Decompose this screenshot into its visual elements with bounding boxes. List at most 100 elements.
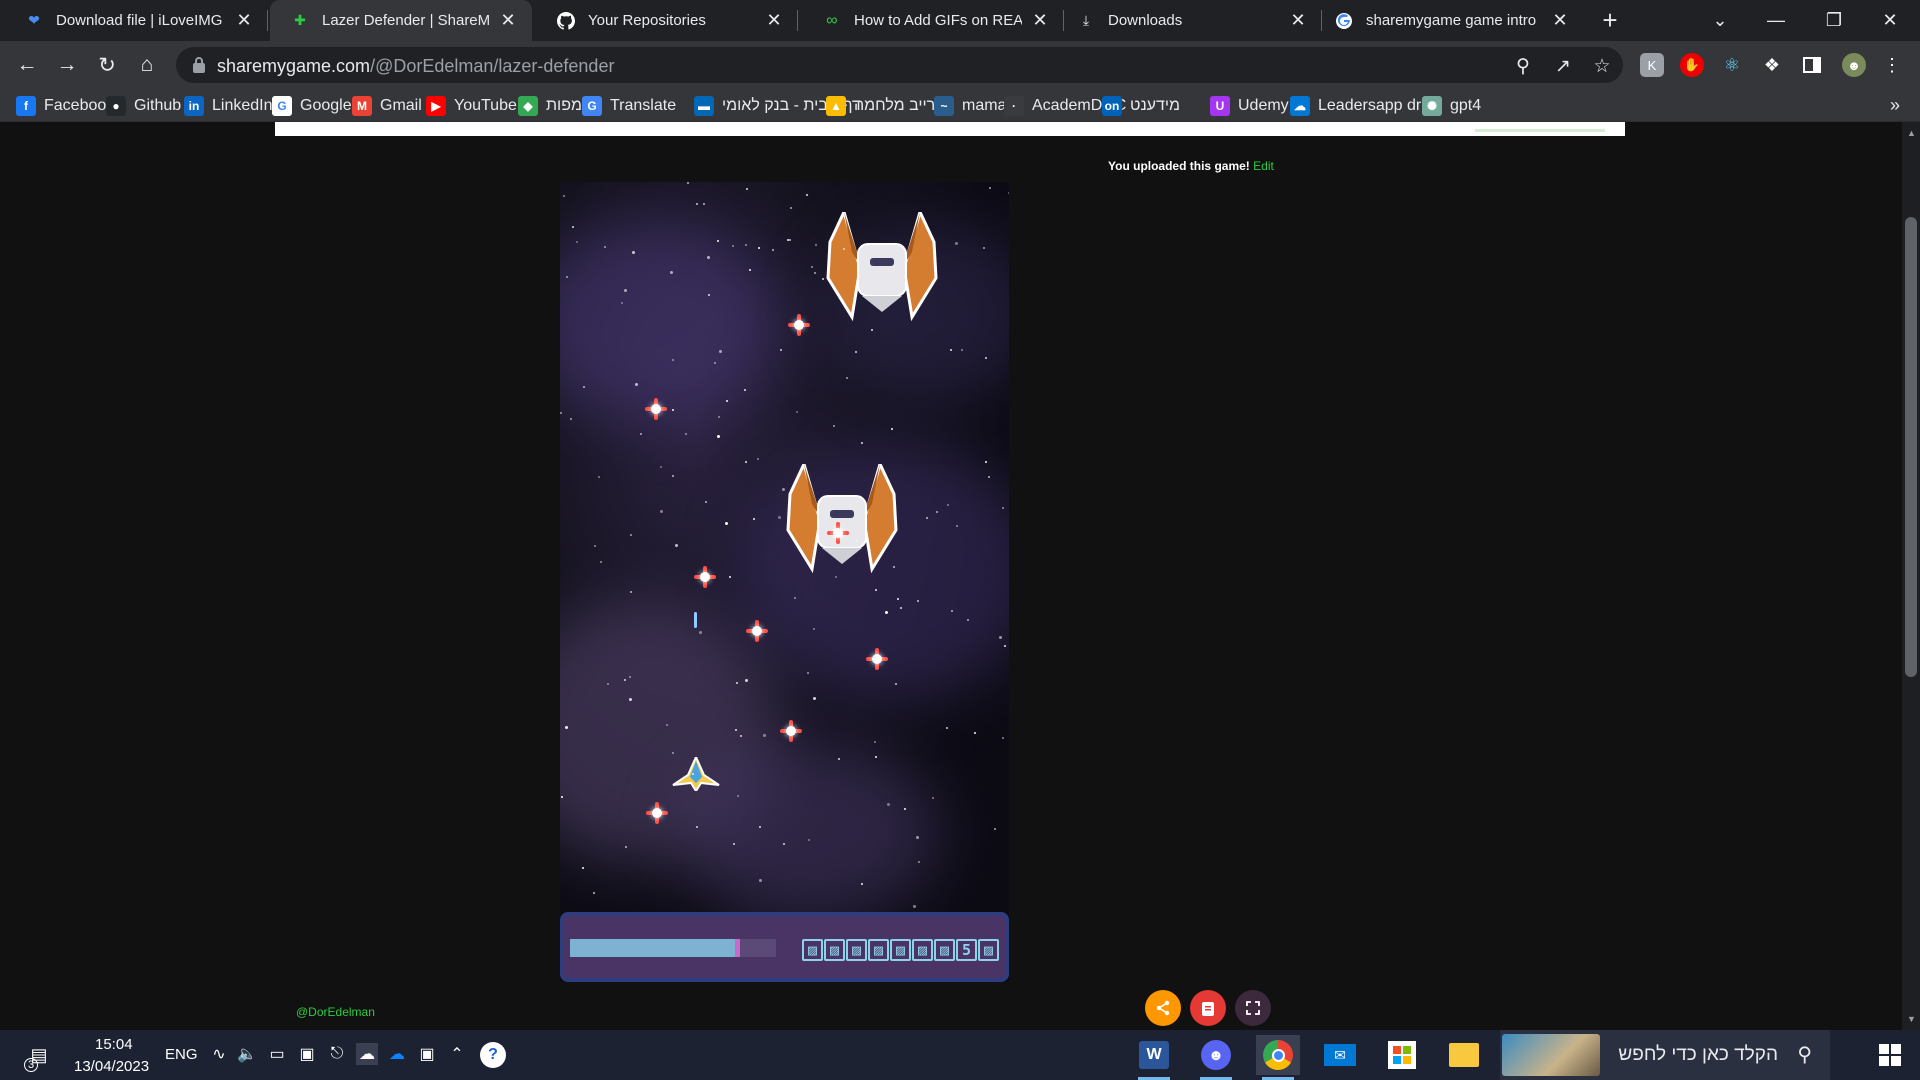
close-icon[interactable]: ✕ bbox=[496, 9, 520, 33]
clock-date[interactable]: 13/04/2023 bbox=[74, 1058, 149, 1075]
chatgpt-icon: ✺ bbox=[1422, 96, 1442, 116]
scroll-down-icon[interactable]: ▼ bbox=[1907, 1014, 1916, 1024]
language-indicator[interactable]: ENG bbox=[165, 1046, 198, 1063]
taskbar-chrome[interactable] bbox=[1256, 1035, 1300, 1080]
bookmark-drive[interactable]: ▲ דרייב מלחמה bbox=[826, 95, 944, 117]
tab-ilovemig[interactable]: ❤ Download file | iLoveIMG ✕ bbox=[0, 0, 268, 41]
extension-k-icon[interactable]: K bbox=[1640, 53, 1664, 77]
bookmarks-overflow-icon[interactable]: » bbox=[1890, 95, 1900, 116]
minimize-button[interactable]: — bbox=[1748, 0, 1804, 41]
show-hidden-icons-chevron[interactable]: ⌃ bbox=[446, 1043, 468, 1065]
background-star bbox=[675, 544, 678, 547]
on-icon: on bbox=[1102, 96, 1122, 116]
taskbar-discord[interactable]: ☻ bbox=[1194, 1035, 1238, 1080]
page-scrollbar[interactable]: ▲ ▼ bbox=[1902, 122, 1920, 1030]
bookmark-linkedin[interactable]: in LinkedIn bbox=[184, 95, 273, 117]
bookmark-github[interactable]: ● Github bbox=[106, 95, 181, 117]
background-star bbox=[635, 383, 638, 386]
taskbar-file-explorer[interactable] bbox=[1442, 1035, 1486, 1075]
bookmark-label: דרייב מלחמה bbox=[854, 97, 945, 114]
zoom-icon[interactable]: ⚲ bbox=[1512, 55, 1534, 77]
bookmark-mama[interactable]: ~ mama bbox=[934, 95, 1006, 117]
taskbar-mail[interactable]: ✉ bbox=[1318, 1035, 1362, 1075]
game-canvas[interactable] bbox=[560, 182, 1009, 982]
background-star bbox=[630, 591, 632, 593]
tab-title: Download file | iLoveIMG bbox=[56, 12, 223, 29]
close-icon[interactable]: ✕ bbox=[1286, 9, 1310, 33]
battery-icon[interactable]: ▭ bbox=[266, 1043, 288, 1065]
bookmark-google[interactable]: G Google bbox=[272, 95, 352, 117]
start-button[interactable] bbox=[1868, 1035, 1912, 1075]
adblock-icon[interactable]: ✋ bbox=[1680, 53, 1704, 77]
bookmark-youtube[interactable]: ▶ YouTube bbox=[426, 95, 517, 117]
react-devtools-icon[interactable]: ⚛ bbox=[1720, 53, 1744, 77]
bookmark-star-icon[interactable]: ☆ bbox=[1591, 55, 1613, 77]
meet-now-icon[interactable]: ▣ bbox=[416, 1043, 438, 1065]
volume-icon[interactable]: 🔈 bbox=[236, 1043, 258, 1065]
bookmark-chatgpt[interactable]: ✺ gpt4 bbox=[1422, 95, 1481, 117]
tab-search-chevron-icon[interactable]: ⌄ bbox=[1692, 0, 1748, 41]
restore-button[interactable]: ❐ bbox=[1806, 0, 1862, 41]
edit-link[interactable]: Edit bbox=[1253, 159, 1274, 173]
close-window-button[interactable]: ✕ bbox=[1862, 0, 1918, 41]
search-highlight-image[interactable] bbox=[1502, 1034, 1600, 1076]
bookmark-on[interactable]: on מידענט bbox=[1102, 95, 1180, 117]
report-button[interactable] bbox=[1190, 990, 1226, 1026]
close-icon[interactable]: ✕ bbox=[762, 9, 786, 33]
reload-button[interactable]: ↻ bbox=[91, 49, 123, 81]
back-button[interactable]: ← bbox=[11, 49, 43, 81]
heart-icon: ❤ bbox=[28, 12, 40, 28]
clock-time[interactable]: 15:04 bbox=[95, 1036, 133, 1053]
new-tab-button[interactable]: + bbox=[1597, 7, 1623, 34]
tab-readme-gifs[interactable]: ∞ How to Add GIFs on README ✕ bbox=[798, 0, 1064, 41]
background-star bbox=[714, 362, 716, 364]
score-digit: 5 bbox=[956, 939, 977, 961]
profile-avatar[interactable]: ☻ bbox=[1842, 53, 1866, 77]
scrollbar-thumb[interactable] bbox=[1905, 217, 1917, 677]
share-icon bbox=[1156, 1000, 1170, 1016]
bookmark-maps[interactable]: ◆ מפות bbox=[518, 95, 582, 117]
background-star bbox=[871, 329, 873, 331]
tab-your-repositories[interactable]: Your Repositories ✕ bbox=[532, 0, 798, 41]
scroll-up-icon[interactable]: ▲ bbox=[1907, 128, 1916, 138]
close-icon[interactable]: ✕ bbox=[1548, 9, 1572, 33]
author-link[interactable]: @DorEdelman bbox=[296, 1005, 375, 1019]
player-laser bbox=[694, 612, 697, 628]
close-icon[interactable]: ✕ bbox=[232, 9, 256, 33]
share-button[interactable] bbox=[1145, 990, 1181, 1026]
background-star bbox=[811, 266, 813, 268]
search-icon: ⚲ bbox=[1797, 1044, 1812, 1066]
bookmark-translate[interactable]: G Translate bbox=[582, 95, 676, 117]
forward-button[interactable]: → bbox=[51, 49, 83, 81]
background-star bbox=[685, 433, 687, 435]
wifi-icon[interactable]: ∿ bbox=[208, 1043, 230, 1065]
bookmark-onedrive[interactable]: ☁ Leadersapp drive bbox=[1290, 95, 1442, 117]
background-star bbox=[1002, 737, 1004, 739]
mama-icon: ~ bbox=[934, 96, 954, 116]
home-button[interactable]: ⌂ bbox=[131, 49, 163, 81]
cloud-icon[interactable]: ☁ bbox=[356, 1043, 378, 1065]
tab-lazer-defender[interactable]: ✚ Lazer Defender | ShareMyGame ✕ bbox=[270, 0, 532, 41]
share-page-icon[interactable]: ↗ bbox=[1552, 55, 1574, 77]
help-icon[interactable]: ? bbox=[480, 1042, 506, 1068]
tab-downloads[interactable]: ⤓ Downloads ✕ bbox=[1064, 0, 1322, 41]
bookmark-udemy[interactable]: U Udemy bbox=[1210, 95, 1289, 117]
side-panel-icon[interactable] bbox=[1800, 53, 1824, 77]
menu-kebab-icon[interactable]: ⋮ bbox=[1880, 53, 1904, 77]
background-star bbox=[582, 867, 584, 869]
address-bar[interactable]: sharemygame.com/@DorEdelman/lazer-defend… bbox=[176, 47, 1623, 83]
onedrive-icon[interactable]: ☁ bbox=[386, 1043, 408, 1065]
microphone-icon[interactable]: ⎋ bbox=[326, 1043, 348, 1065]
gmail-icon: M bbox=[352, 96, 372, 116]
facebook-icon: f bbox=[16, 96, 36, 116]
tab-google-search[interactable]: sharemygame game intro ✕ bbox=[1322, 0, 1584, 41]
bookmark-label: מידענט bbox=[1130, 97, 1180, 114]
extensions-puzzle-icon[interactable]: ❖ bbox=[1760, 53, 1784, 77]
bookmark-gmail[interactable]: M Gmail bbox=[352, 95, 422, 117]
network-icon[interactable]: ▣ bbox=[296, 1043, 318, 1065]
close-icon[interactable]: ✕ bbox=[1028, 9, 1052, 33]
taskbar-word[interactable]: W bbox=[1132, 1035, 1176, 1080]
fullscreen-button[interactable] bbox=[1235, 990, 1271, 1026]
bookmark-facebook[interactable]: f Facebook bbox=[16, 95, 114, 117]
taskbar-store[interactable] bbox=[1380, 1035, 1424, 1075]
